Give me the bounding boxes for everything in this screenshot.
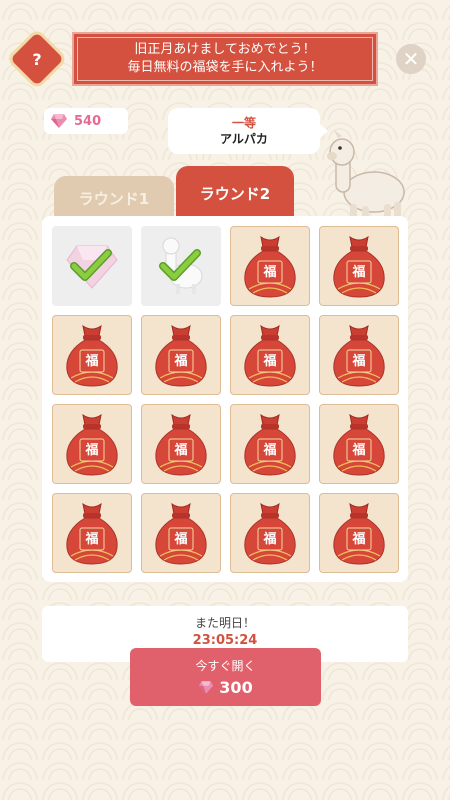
banner-line-1: 旧正月あけましておめでとう！	[134, 42, 316, 57]
lucky-bag-character: 福	[85, 443, 99, 458]
lucky-bag-cell[interactable]: 福	[52, 315, 132, 395]
lucky-bag-cell[interactable]: 福	[52, 493, 132, 573]
bag-grid: 福福福福福福福福福福福福福福	[52, 226, 399, 573]
lucky-bag-character: 福	[85, 532, 99, 547]
tab-round-2[interactable]: ラウンド2	[176, 166, 294, 220]
open-now-cost-value: 300	[219, 678, 253, 697]
banner-line-2: 毎日無料の福袋を手に入れよう！	[127, 60, 323, 75]
come-back-tomorrow-text: また明日！	[194, 616, 255, 630]
check-icon	[70, 249, 112, 281]
lucky-bag-character: 福	[263, 265, 277, 280]
lucky-bag-cell[interactable]: 福	[141, 493, 221, 573]
tab-round-1-label: ラウンド1	[78, 189, 150, 208]
prize-name: アルパカ	[220, 132, 268, 146]
lucky-bag-cell[interactable]: 福	[52, 404, 132, 484]
help-button[interactable]: ?	[10, 32, 64, 86]
lucky-bag-character: 福	[263, 532, 277, 547]
tab-round-1[interactable]: ラウンド1	[54, 176, 174, 220]
lucky-bag-cell[interactable]: 福	[141, 315, 221, 395]
tab-round-2-label: ラウンド2	[199, 184, 271, 203]
lucky-bag-character: 福	[263, 443, 277, 458]
lucky-bag-cell[interactable]: 福	[319, 315, 399, 395]
lucky-bag-cell[interactable]: 福	[141, 404, 221, 484]
lucky-bag-cell[interactable]: 福	[230, 315, 310, 395]
lucky-bag-cell[interactable]: 福	[319, 226, 399, 306]
gem-balance: 540	[44, 108, 128, 134]
prize-bubble: 一等 アルパカ	[168, 108, 328, 154]
help-icon: ?	[32, 49, 42, 69]
lucky-bag-character: 福	[352, 443, 366, 458]
check-icon	[159, 249, 201, 281]
lucky-bag-character: 福	[352, 265, 366, 280]
lucky-bag-character: 福	[352, 532, 366, 547]
close-icon: ✕	[402, 47, 420, 71]
gem-icon	[199, 681, 214, 694]
lucky-bag-character: 福	[174, 443, 188, 458]
open-now-cost: 300	[130, 678, 321, 697]
countdown-timer: 23:05:24	[192, 633, 258, 648]
lucky-bag-cell[interactable]: 福	[230, 226, 310, 306]
open-now-button[interactable]: 今すぐ開く 300	[130, 648, 321, 706]
opened-bag-cell[interactable]	[141, 226, 221, 306]
close-button[interactable]: ✕	[396, 44, 426, 74]
gem-icon	[51, 114, 67, 128]
gem-count: 540	[74, 113, 102, 129]
lucky-bag-cell[interactable]: 福	[230, 404, 310, 484]
lucky-bag-cell[interactable]: 福	[319, 404, 399, 484]
lucky-bag-character: 福	[174, 532, 188, 547]
opened-bag-cell[interactable]	[52, 226, 132, 306]
lucky-bag-character: 福	[174, 354, 188, 369]
alpaca-illustration	[327, 130, 405, 226]
lucky-bag-character: 福	[85, 354, 99, 369]
new-year-banner: 旧正月あけましておめでとう！ 毎日無料の福袋を手に入れよう！	[72, 32, 378, 86]
open-now-label: 今すぐ開く	[195, 659, 256, 673]
lucky-bag-cell[interactable]: 福	[319, 493, 399, 573]
lucky-bag-character: 福	[352, 354, 366, 369]
lucky-bag-board: 福福福福福福福福福福福福福福	[42, 216, 408, 582]
prize-rank: 一等	[231, 116, 256, 130]
lucky-bag-character: 福	[263, 354, 277, 369]
lucky-bag-cell[interactable]: 福	[230, 493, 310, 573]
